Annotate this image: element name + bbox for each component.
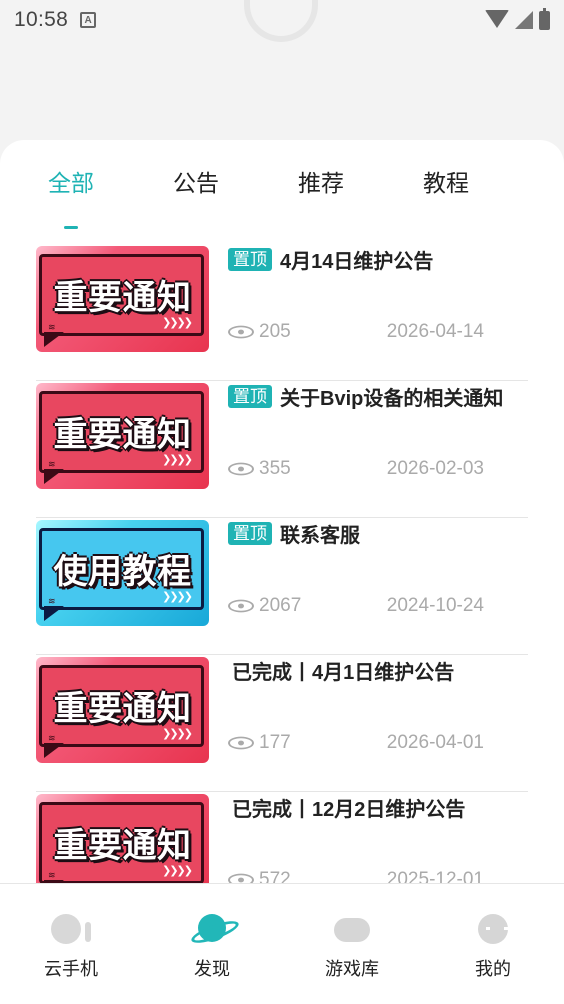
tab-tutorials[interactable]: 教程 (423, 164, 469, 198)
pinned-badge: 置顶 (228, 521, 272, 545)
thumbnail-text: 重要通知 (53, 827, 192, 865)
article-title: 已完成丨4月1日维护公告 (232, 661, 455, 684)
category-tabs: 全部 公告 推荐 教程 (0, 164, 564, 229)
article-thumbnail: 重要通知 ❯❯❯❯ ≋ (36, 246, 209, 352)
nav-label: 我的 (475, 959, 511, 979)
pinned-badge: 置顶 (228, 384, 272, 408)
nav-game-library[interactable]: 游戏库 (302, 884, 402, 1004)
nav-label: 游戏库 (325, 959, 379, 979)
eye-icon (228, 736, 254, 750)
nav-discover[interactable]: 发现 (162, 884, 262, 1004)
cloud-phone-icon (51, 914, 91, 944)
wifi-icon (485, 10, 509, 28)
list-item[interactable]: 重要通知 ❯❯❯❯ ≋ 置顶 关于Bvip设备的相关通知 355 2026-02-… (36, 381, 528, 518)
tab-recommended[interactable]: 推荐 (298, 164, 344, 198)
article-date: 2026-04-14 (386, 321, 484, 342)
article-thumbnail: 重要通知 ❯❯❯❯ ≋ (36, 383, 209, 489)
list-item[interactable]: 重要通知 ❯❯❯❯ ≋ 置顶 4月14日维护公告 205 2026-04-14 (36, 244, 528, 381)
status-time: 10:58 (14, 8, 69, 31)
article-date: 2025-12-01 (386, 869, 484, 884)
profile-icon (478, 914, 508, 944)
list-item[interactable]: 使用教程 ❯❯❯❯ ≋ 置顶 联系客服 2067 2024-10-24 (36, 518, 528, 655)
notification-a-icon: A (80, 12, 97, 28)
list-item[interactable]: 重要通知 ❯❯❯❯ ≋ 已完成丨12月2日维护公告 572 2025-12-01 (36, 792, 528, 884)
battery-icon (539, 7, 550, 30)
article-title: 联系客服 (280, 524, 360, 547)
pinned-badge: 置顶 (228, 247, 272, 271)
bottom-navigation: 云手机 发现 游戏库 我的 (0, 883, 564, 1004)
view-count: 2067 (259, 595, 302, 616)
article-date: 2026-02-03 (386, 458, 484, 479)
article-list: 重要通知 ❯❯❯❯ ≋ 置顶 4月14日维护公告 205 2026-04-14 重 (36, 244, 528, 884)
list-item[interactable]: 重要通知 ❯❯❯❯ ≋ 已完成丨4月1日维护公告 177 2026-04-01 (36, 655, 528, 792)
eye-icon (228, 325, 254, 339)
eye-icon (228, 599, 254, 613)
active-tab-indicator (64, 226, 78, 229)
tab-all[interactable]: 全部 (48, 164, 94, 198)
signal-icon (515, 11, 533, 29)
article-date: 2024-10-24 (386, 595, 484, 616)
article-date: 2026-04-01 (386, 732, 484, 753)
article-title: 已完成丨12月2日维护公告 (232, 798, 466, 821)
article-title: 关于Bvip设备的相关通知 (280, 387, 504, 410)
nav-cloud-phone[interactable]: 云手机 (21, 884, 121, 1004)
nav-profile[interactable]: 我的 (443, 884, 543, 1004)
article-thumbnail: 重要通知 ❯❯❯❯ ≋ (36, 794, 209, 884)
view-count: 205 (259, 321, 291, 342)
nav-label: 云手机 (44, 959, 98, 979)
thumbnail-text: 使用教程 (53, 553, 192, 591)
article-thumbnail: 使用教程 ❯❯❯❯ ≋ (36, 520, 209, 626)
eye-icon (228, 462, 254, 476)
view-count: 355 (259, 458, 291, 479)
status-icons (485, 7, 550, 30)
article-title: 4月14日维护公告 (280, 250, 434, 273)
gamepad-icon (334, 918, 370, 942)
view-count: 572 (259, 869, 291, 884)
article-thumbnail: 重要通知 ❯❯❯❯ ≋ (36, 657, 209, 763)
thumbnail-text: 重要通知 (53, 279, 192, 317)
view-count: 177 (259, 732, 291, 753)
content-sheet: 全部 公告 推荐 教程 重要通知 ❯❯❯❯≋ 置顶 4月14日维护公告 205 (0, 140, 564, 884)
thumbnail-text: 重要通知 (53, 690, 192, 728)
planet-icon (198, 914, 226, 942)
thumbnail-text: 重要通知 (53, 416, 192, 454)
nav-label: 发现 (194, 959, 230, 979)
tab-announcements[interactable]: 公告 (173, 164, 219, 198)
